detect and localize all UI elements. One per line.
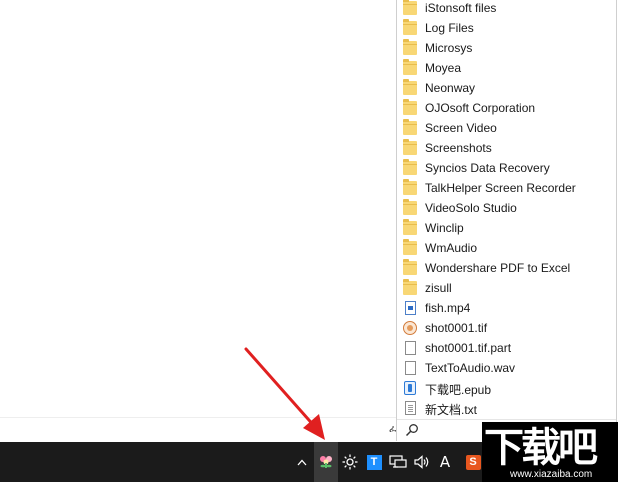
folder-icon [403, 99, 417, 115]
menu-item-label: TextToAudio.wav [425, 361, 516, 375]
network-icon [389, 455, 407, 468]
sogou-ime-tray-button[interactable]: S [463, 442, 483, 482]
menu-item-label: Neonway [425, 81, 476, 95]
menu-item-label: zisull [425, 281, 452, 295]
menu-item-folder[interactable]: Moyea [397, 58, 616, 78]
folder-icon [403, 119, 417, 135]
menu-item-file[interactable]: TextToAudio.wav [397, 358, 616, 378]
menu-item-folder[interactable]: Log Files [397, 18, 616, 38]
blank-file-icon [405, 361, 416, 375]
watermark-logo: 下载吧 www.xiazaiba.com [482, 422, 618, 482]
app-tray-icon [320, 456, 332, 468]
menu-item-folder[interactable]: Winclip [397, 218, 616, 238]
folder-popup-menu: iStonsoft files Log Files Microsys Moyea… [396, 0, 617, 441]
speaker-icon [414, 455, 429, 469]
menu-item-folder[interactable]: Syncios Data Recovery [397, 158, 616, 178]
input-method-button[interactable]: A [435, 442, 455, 482]
sogou-label: S [465, 454, 481, 470]
folder-icon [403, 139, 417, 155]
menu-item-label: iStonsoft files [425, 1, 497, 15]
t-app-label: T [366, 454, 382, 470]
network-tray-button[interactable] [388, 442, 408, 482]
folder-icon [403, 279, 417, 295]
menu-item-label: Winclip [425, 221, 464, 235]
menu-item-file[interactable]: shot0001.tif [397, 318, 616, 338]
folder-icon [403, 159, 417, 175]
folder-icon [403, 259, 417, 275]
app-tray-button[interactable] [314, 442, 338, 482]
menu-item-file[interactable]: shot0001.tif.part [397, 338, 616, 358]
folder-icon [403, 79, 417, 95]
brightness-tray-button[interactable] [340, 442, 360, 482]
sun-icon [342, 454, 358, 470]
search-icon [405, 424, 418, 437]
folder-icon [403, 39, 417, 55]
folder-icon [403, 239, 417, 255]
menu-item-folder[interactable]: TalkHelper Screen Recorder [397, 178, 616, 198]
folder-icon [403, 219, 417, 235]
folder-icon [403, 179, 417, 195]
show-hidden-icons-button[interactable] [293, 442, 311, 482]
volume-tray-button[interactable] [411, 442, 433, 482]
menu-item-file[interactable]: 新文档.txt [397, 398, 616, 418]
menu-item-folder[interactable]: VideoSolo Studio [397, 198, 616, 218]
menu-item-label: 新文档.txt [425, 403, 478, 417]
menu-item-file[interactable]: 下载吧.epub [397, 378, 616, 398]
menu-item-label: Syncios Data Recovery [425, 161, 550, 175]
menu-item-folder[interactable]: Neonway [397, 78, 616, 98]
menu-item-label: fish.mp4 [425, 301, 471, 315]
menu-item-folder[interactable]: Screenshots [397, 138, 616, 158]
divider [0, 417, 398, 418]
menu-item-label: Screen Video [425, 121, 497, 135]
epub-file-icon [404, 381, 416, 395]
menu-item-label: Microsys [425, 41, 473, 55]
blank-file-icon [405, 341, 416, 355]
menu-item-folder[interactable]: WmAudio [397, 238, 616, 258]
menu-item-label: Log Files [425, 21, 474, 35]
folder-icon [403, 19, 417, 35]
t-app-tray-button[interactable]: T [364, 442, 384, 482]
menu-item-folder[interactable]: Screen Video [397, 118, 616, 138]
menu-item-folder[interactable]: iStonsoft files [397, 0, 616, 18]
menu-item-folder[interactable]: zisull [397, 278, 616, 298]
menu-item-label: OJOsoft Corporation [425, 101, 536, 115]
folder-icon [403, 0, 417, 15]
menu-item-folder[interactable]: Microsys [397, 38, 616, 58]
menu-item-label: shot0001.tif [425, 321, 488, 335]
folder-icon [403, 199, 417, 215]
watermark-text: 下载吧 [484, 425, 598, 471]
watermark-url: www.xiazaiba.com [510, 469, 593, 480]
menu-item-label: TalkHelper Screen Recorder [425, 181, 576, 195]
menu-item-label: VideoSolo Studio [425, 201, 517, 215]
menu-item-folder[interactable]: Wondershare PDF to Excel [397, 258, 616, 278]
menu-item-label: Moyea [425, 61, 462, 75]
text-file-icon [405, 401, 416, 415]
video-file-icon [405, 301, 416, 315]
image-file-icon [403, 321, 417, 335]
menu-item-label: WmAudio [425, 241, 478, 255]
menu-item-folder[interactable]: OJOsoft Corporation [397, 98, 616, 118]
menu-item-label: 下载吧.epub [425, 383, 492, 397]
menu-item-label: shot0001.tif.part [425, 341, 512, 355]
folder-icon [403, 59, 417, 75]
menu-item-file[interactable]: fish.mp4 [397, 298, 616, 318]
chevron-up-icon [297, 459, 307, 465]
menu-item-label: Wondershare PDF to Excel [425, 261, 571, 275]
menu-item-label: Screenshots [425, 141, 492, 155]
